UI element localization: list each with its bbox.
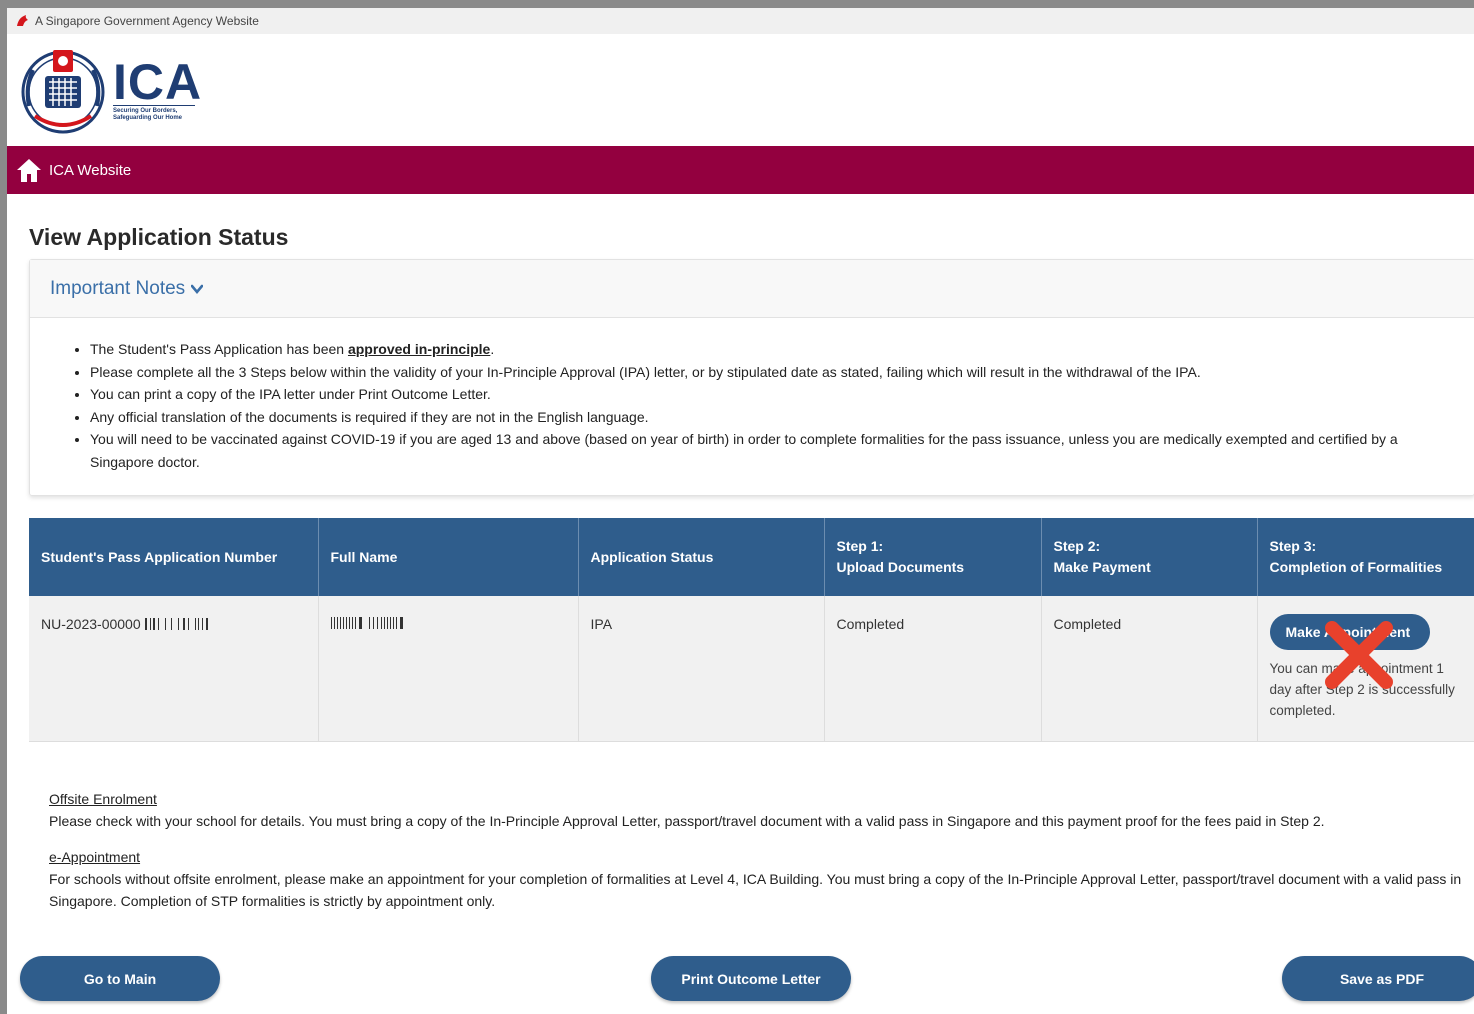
ica-emblem-icon [21, 50, 105, 134]
cell-step3: Make Appointment You can make appointmen… [1257, 596, 1474, 742]
cell-app-number: NU-2023-00000 [29, 596, 319, 742]
note-item: You will need to be vaccinated against C… [90, 428, 1454, 473]
make-appointment-button[interactable]: Make Appointment [1269, 614, 1430, 650]
page-title: View Application Status [29, 224, 289, 250]
e-appointment-text: For schools without offsite enrolment, p… [49, 871, 1462, 909]
note-item: Any official translation of the document… [90, 406, 1454, 429]
header-step1: Step 1: Upload Documents [824, 518, 1042, 596]
important-notes-title: Important Notes [50, 277, 186, 299]
chevron-down-icon [191, 284, 204, 294]
offsite-enrolment-heading: Offsite Enrolment [49, 791, 157, 807]
offsite-enrolment-block: Offsite Enrolment Please check with your… [49, 788, 1474, 832]
info-section: Offsite Enrolment Please check with your… [49, 788, 1474, 912]
header-logo[interactable]: ICA Securing Our Borders, Safeguarding O… [7, 34, 1474, 146]
home-icon [17, 159, 41, 182]
nav-home-link[interactable]: ICA Website [7, 146, 1474, 194]
table-header-row: Student's Pass Application Number Full N… [29, 518, 1474, 596]
main-content: View Application Status Important Notes … [7, 224, 1474, 912]
notes-list: The Student's Pass Application has been … [50, 338, 1454, 473]
note-item: You can print a copy of the IPA letter u… [90, 383, 1454, 406]
nav-home-label: ICA Website [49, 161, 132, 179]
cell-full-name [318, 596, 579, 742]
header-full-name: Full Name [318, 518, 579, 596]
important-notes-body: The Student's Pass Application has been … [30, 318, 1474, 495]
application-status-table: Student's Pass Application Number Full N… [29, 518, 1474, 742]
important-notes-card: Important Notes The Student's Pass Appli… [29, 259, 1474, 496]
cell-step2: Completed [1041, 596, 1258, 742]
important-notes-toggle[interactable]: Important Notes [30, 260, 1474, 318]
redacted-barcode-icon [330, 617, 403, 629]
e-appointment-heading: e-Appointment [49, 849, 141, 865]
note-item: Please complete all the 3 Steps below wi… [90, 361, 1454, 384]
header-app-status: Application Status [578, 518, 825, 596]
browser-frame: A Singapore Government Agency Website IC… [7, 8, 1474, 1014]
table-row: NU-2023-00000 IPA Completed Completed Ma… [29, 596, 1474, 742]
go-to-main-button[interactable]: Go to Main [20, 956, 220, 1001]
print-outcome-letter-button[interactable]: Print Outcome Letter [651, 956, 851, 1001]
header-step3: Step 3: Completion of Formalities [1257, 518, 1474, 596]
e-appointment-block: e-Appointment For schools without offsit… [49, 846, 1474, 912]
header-app-number: Student's Pass Application Number [29, 518, 319, 596]
redacted-barcode-icon [144, 618, 208, 630]
gov-banner: A Singapore Government Agency Website [7, 8, 1474, 34]
cell-app-status: IPA [578, 596, 825, 742]
gov-banner-text: A Singapore Government Agency Website [35, 14, 259, 28]
note-item: The Student's Pass Application has been … [90, 338, 1454, 361]
logo-wordmark: ICA [113, 53, 203, 110]
cell-step1: Completed [824, 596, 1042, 742]
appointment-note: You can make appointment 1 day after Ste… [1269, 661, 1455, 718]
action-bar: Go to Main Print Outcome Letter Save as … [20, 956, 1474, 1001]
save-as-pdf-button[interactable]: Save as PDF [1282, 956, 1474, 1001]
lion-head-icon [17, 15, 28, 26]
offsite-enrolment-text: Please check with your school for detail… [49, 813, 1325, 829]
header-step2: Step 2: Make Payment [1041, 518, 1258, 596]
logo-tagline: Securing Our Borders, Safeguarding Our H… [113, 104, 195, 122]
